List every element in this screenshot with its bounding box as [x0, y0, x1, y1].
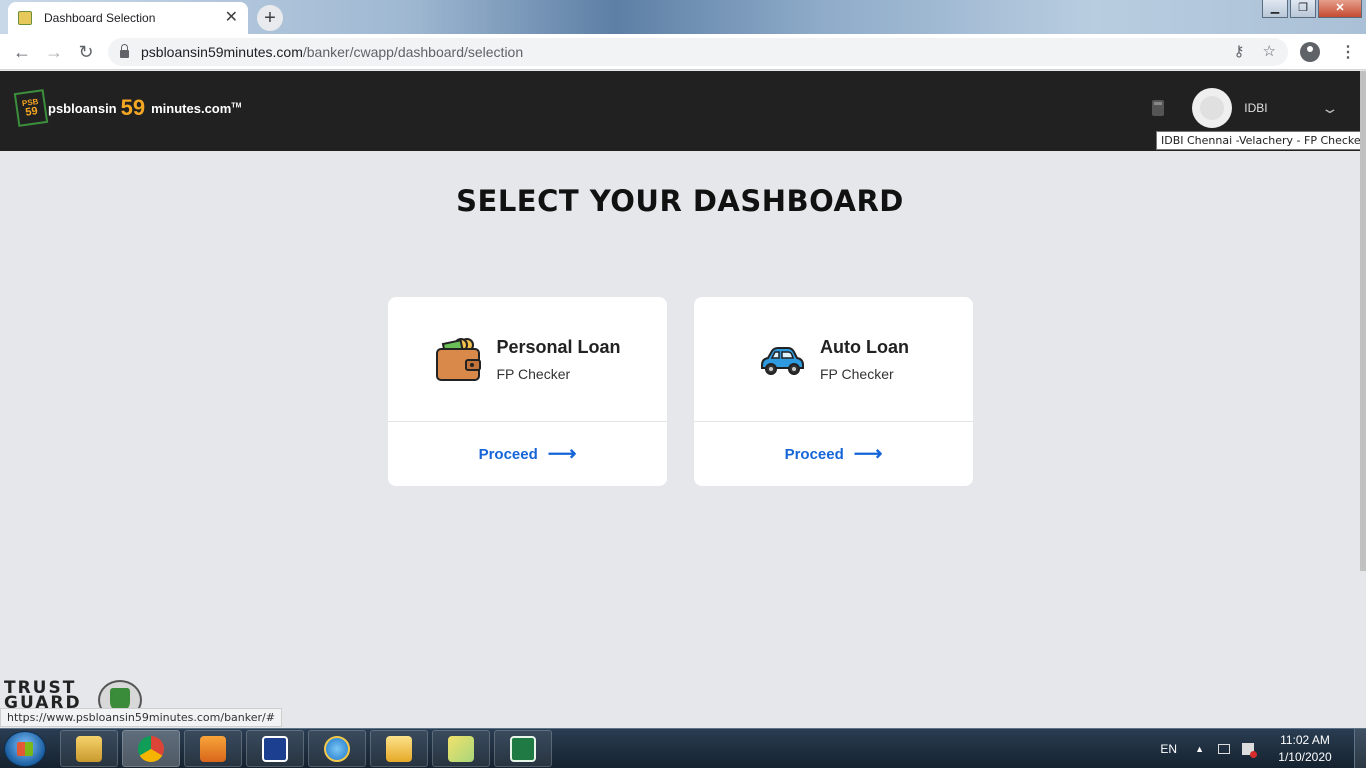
card-header: Personal Loan FP Checker — [388, 297, 667, 422]
card-title: Personal Loan — [496, 336, 621, 357]
clock-date: 1/10/2020 — [1278, 750, 1332, 764]
address-bar[interactable]: psbloansin59minutes.com/banker/cwapp/das… — [108, 38, 1288, 66]
card-header: Auto Loan FP Checker — [694, 297, 973, 422]
account-icon[interactable] — [1300, 42, 1320, 62]
chrome-icon — [138, 735, 164, 762]
proceed-button[interactable]: Proceed ⟶ — [388, 422, 667, 486]
address-url: psbloansin59minutes.com/banker/cwapp/das… — [141, 44, 524, 60]
outlook-icon — [386, 735, 412, 762]
link-status-bar: https://www.psbloansin59minutes.com/bank… — [0, 708, 282, 727]
taskbar-iw[interactable] — [246, 730, 304, 767]
clock-time: 11:02 AM — [1280, 733, 1330, 747]
site-logo[interactable]: PSB 59 psbloansin 59 minutes.comTM — [13, 89, 242, 127]
action-center-icon[interactable] — [1242, 743, 1257, 758]
back-arrow-icon[interactable]: ← — [10, 40, 34, 64]
taskbar-media-player[interactable] — [184, 730, 242, 767]
taskbar-explorer[interactable] — [60, 730, 118, 767]
browser-tab[interactable]: Dashboard Selection ✕ — [8, 2, 248, 34]
site-favicon-icon — [18, 11, 32, 25]
ie-icon — [324, 735, 350, 762]
lock-icon — [120, 44, 129, 58]
trust-guard-text: TRUST GUARD — [4, 678, 82, 713]
tab-title: Dashboard Selection — [44, 11, 156, 25]
page-title: SELECT YOUR DASHBOARD — [456, 184, 904, 218]
proceed-button[interactable]: Proceed ⟶ — [694, 422, 973, 486]
taskbar-excel[interactable] — [494, 730, 552, 767]
card-role: FP Checker — [820, 365, 894, 382]
new-tab-button[interactable]: + — [257, 5, 283, 31]
forward-arrow-icon[interactable]: → — [42, 40, 66, 64]
logo-badge-icon: PSB 59 — [13, 89, 49, 127]
taskbar-chrome[interactable] — [122, 730, 180, 767]
system-tray: EN ▲ 11:02 AM 1/10/2020 — [1160, 729, 1366, 768]
window-controls: ▁ ❐ ✕ — [1262, 0, 1362, 18]
browser-tabstrip: Dashboard Selection ✕ + ▁ ❐ ✕ — [0, 0, 1366, 34]
language-indicator[interactable]: EN — [1160, 742, 1177, 756]
close-window-button[interactable]: ✕ — [1318, 0, 1362, 18]
sticky-notes-icon — [448, 735, 474, 762]
network-icon[interactable] — [1218, 744, 1230, 754]
user-avatar[interactable] — [1192, 88, 1233, 128]
key-icon[interactable]: ⚷ — [1234, 42, 1245, 60]
chevron-down-icon[interactable]: ⌄ — [1321, 100, 1340, 117]
logo-number: 59 — [120, 95, 146, 120]
start-button[interactable] — [4, 731, 46, 767]
windows-taskbar: EN ▲ 11:02 AM 1/10/2020 — [0, 728, 1366, 768]
personal-loan-card: Personal Loan FP Checker Proceed ⟶ — [388, 297, 667, 486]
wallet-icon — [436, 338, 482, 381]
arrow-right-icon: ⟶ — [853, 443, 883, 465]
show-desktop-button[interactable] — [1354, 729, 1366, 768]
minimize-button[interactable]: ▁ — [1262, 0, 1288, 18]
clock[interactable]: 11:02 AM 1/10/2020 — [1270, 732, 1340, 766]
browser-toolbar: ← → ↻ psbloansin59minutes.com/banker/cwa… — [0, 34, 1366, 70]
logo-text-right: minutes.comTM — [151, 100, 242, 116]
card-title: Auto Loan — [820, 336, 909, 357]
auto-loan-card: Auto Loan FP Checker Proceed ⟶ — [694, 297, 973, 486]
more-menu-icon[interactable]: ⋮ — [1340, 42, 1356, 62]
tab-close-icon[interactable]: ✕ — [225, 10, 238, 26]
taskbar-sticky-notes[interactable] — [432, 730, 490, 767]
bank-name[interactable]: IDBI — [1244, 101, 1324, 115]
logo-text-left: psbloansin — [48, 100, 117, 116]
explorer-icon — [76, 735, 102, 762]
maximize-button[interactable]: ❐ — [1290, 0, 1316, 18]
taskbar-ie[interactable] — [308, 730, 366, 767]
reload-icon[interactable]: ↻ — [74, 40, 98, 64]
tray-expand-icon[interactable]: ▲ — [1195, 744, 1204, 754]
bookmark-star-icon[interactable]: ☆ — [1263, 42, 1276, 60]
media-player-icon — [200, 735, 226, 762]
user-tooltip: IDBI Chennai -Velachery - FP Checker — [1156, 131, 1366, 150]
taskbar-outlook[interactable] — [370, 730, 428, 767]
calculator-icon[interactable] — [1152, 100, 1165, 116]
car-icon — [761, 347, 804, 375]
arrow-right-icon: ⟶ — [547, 443, 577, 465]
excel-icon — [510, 735, 536, 762]
iw-icon — [262, 735, 288, 762]
card-role: FP Checker — [496, 365, 571, 382]
page-scrollbar[interactable] — [1360, 71, 1366, 571]
